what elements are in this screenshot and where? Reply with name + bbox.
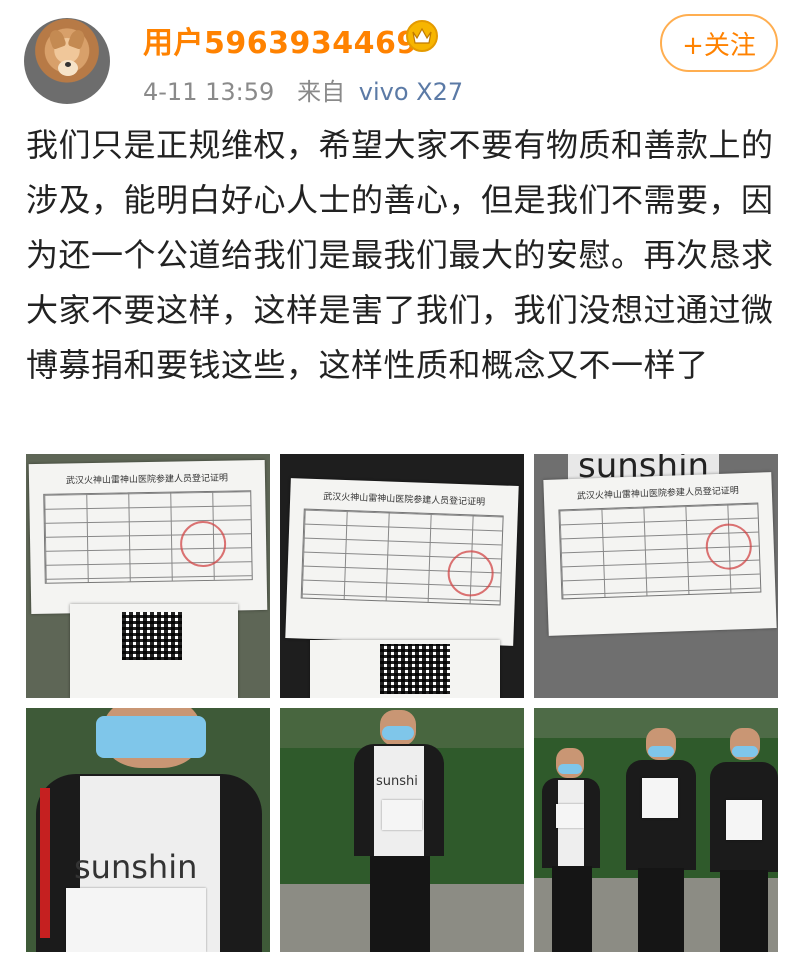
- post-meta: 4-11 13:59 来自 vivo X27: [143, 72, 463, 107]
- source-prefix: 来自: [297, 78, 346, 106]
- user-avatar[interactable]: [24, 18, 110, 104]
- certificate-paper: 武汉火神山雷神山医院参建人员登记证明: [285, 478, 519, 646]
- post-photo-5[interactable]: sunshi: [280, 708, 524, 952]
- pants: [370, 856, 430, 952]
- pants: [638, 868, 684, 952]
- certificate-title: 武汉火神山雷神山医院参建人员登记证明: [65, 473, 229, 487]
- qr-code: [380, 644, 450, 694]
- certificate-title: 武汉火神山雷神山医院参建人员登记证明: [323, 492, 486, 508]
- jacket-stripe: [40, 788, 50, 938]
- shirt-print: sunshin: [74, 848, 198, 886]
- post-source[interactable]: vivo X27: [359, 78, 463, 106]
- certificate-title: 武汉火神山雷神山医院参建人员登记证明: [576, 486, 740, 502]
- username[interactable]: 用户5963934469: [143, 18, 418, 62]
- post-photo-2[interactable]: 武汉火神山雷神山医院参建人员登记证明: [280, 454, 524, 698]
- held-paper: [642, 778, 678, 818]
- avatar-ear-right: [67, 28, 87, 50]
- avatar-nose: [65, 62, 71, 67]
- certificate-paper: 武汉火神山雷神山医院参建人员登记证明: [543, 472, 777, 636]
- qr-code: [122, 612, 182, 660]
- held-paper: [66, 888, 206, 952]
- shirt-print: sunshi: [376, 774, 418, 789]
- face-mask: [382, 726, 414, 740]
- post-photo-3[interactable]: sunshin 武汉火神山雷神山医院参建人员登记证明: [534, 454, 778, 698]
- held-paper: [556, 804, 584, 828]
- post-photo-4[interactable]: sunshin: [26, 708, 270, 952]
- face-mask: [558, 764, 582, 774]
- held-paper: [382, 800, 422, 830]
- held-paper: [726, 800, 762, 840]
- certificate-paper: 武汉火神山雷神山医院参建人员登记证明: [28, 459, 268, 615]
- qr-paper: [70, 604, 238, 698]
- crown-icon: [406, 20, 438, 52]
- pants: [552, 866, 592, 952]
- pants: [720, 870, 768, 952]
- face-mask: [732, 746, 758, 757]
- face-mask: [96, 716, 206, 758]
- post-text: 我们只是正规维权，希望大家不要有物质和善款上的涉及，能明白好心人士的善心，但是我…: [26, 126, 774, 384]
- post-time: 4-11 13:59: [143, 78, 275, 106]
- follow-button[interactable]: +关注: [660, 14, 778, 72]
- post-photo-1[interactable]: 武汉火神山雷神山医院参建人员登记证明: [26, 454, 270, 698]
- qr-paper: [310, 640, 500, 698]
- post-photo-6[interactable]: [534, 708, 778, 952]
- avatar-ear-left: [47, 28, 67, 50]
- face-mask: [648, 746, 674, 757]
